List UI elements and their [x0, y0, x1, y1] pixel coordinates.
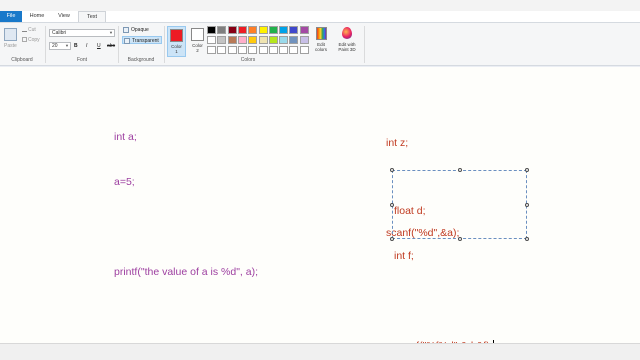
textbox-code-block: float d; int f; scanf("%f%d",&d,&f); [394, 174, 494, 360]
palette-swatch[interactable] [217, 36, 227, 44]
transparent-icon [124, 38, 130, 44]
palette-swatch[interactable] [268, 26, 278, 34]
colors-group-label: Colors [240, 57, 256, 63]
color1-swatch [170, 29, 183, 42]
font-size-value: 20 [52, 43, 58, 49]
palette-swatch[interactable] [207, 36, 216, 44]
chevron-down-icon: ▼ [109, 30, 113, 35]
palette-swatch[interactable] [237, 26, 247, 34]
palette-swatch[interactable] [289, 26, 299, 34]
palette-swatch[interactable] [227, 46, 237, 54]
divider [45, 26, 46, 63]
transparent-option[interactable]: Transparent [122, 36, 162, 44]
palette-swatch[interactable] [299, 36, 309, 44]
underline-button[interactable]: U [97, 43, 101, 49]
edit-colors-label: Edit colors [314, 42, 327, 52]
palette-swatch[interactable] [207, 26, 216, 34]
palette-swatch[interactable] [207, 46, 216, 54]
paint3d-icon [342, 27, 352, 39]
resize-handle[interactable] [525, 237, 529, 241]
opaque-icon [123, 27, 129, 33]
palette-swatch[interactable] [279, 36, 289, 44]
font-size-select[interactable]: 20 ▼ [49, 42, 71, 50]
code-line: float d; [394, 205, 426, 217]
color2-swatch [191, 28, 204, 41]
resize-handle[interactable] [525, 203, 529, 207]
font-family-select[interactable]: Calibri ▼ [49, 29, 115, 37]
bold-button[interactable]: B [74, 43, 78, 49]
code-line: a=5; [114, 176, 135, 188]
paste-icon[interactable] [4, 28, 17, 41]
copy-button[interactable]: Copy [22, 37, 40, 43]
clipboard-group-label: Clipboard [11, 57, 33, 63]
resize-handle[interactable] [458, 168, 462, 172]
edit-with-paint3d-button[interactable]: Edit with Paint 3D [333, 26, 361, 52]
font-family-value: Calibri [52, 30, 67, 36]
edit-colors-button[interactable]: Edit colors [312, 26, 330, 52]
copy-label: Copy [28, 37, 40, 43]
cut-label: Cut [28, 27, 36, 33]
palette-swatch[interactable] [268, 36, 278, 44]
tab-home[interactable]: Home [24, 11, 50, 22]
cut-button[interactable]: Cut [22, 27, 36, 33]
ribbon-tab-strip: File Home View Text [0, 11, 640, 23]
divider [164, 26, 165, 63]
resize-handle[interactable] [525, 168, 529, 172]
strikethrough-button[interactable]: abc [107, 43, 115, 49]
code-line: int z; [386, 137, 409, 149]
opaque-label: Opaque [131, 27, 149, 33]
text-ribbon: Paste Cut Copy Clipboard Calibri ▼ 20 ▼ … [0, 22, 640, 66]
tab-file[interactable]: File [0, 11, 22, 22]
palette-swatch[interactable] [299, 26, 309, 34]
rainbow-icon [315, 27, 327, 40]
palette-swatch[interactable] [248, 46, 258, 54]
paste-button[interactable]: Paste [4, 43, 17, 49]
palette-swatch[interactable] [258, 46, 268, 54]
status-bar [0, 343, 640, 360]
palette-swatch[interactable] [289, 36, 299, 44]
palette-swatch[interactable] [279, 46, 289, 54]
drawing-canvas[interactable] [0, 67, 640, 343]
palette-swatch[interactable] [289, 46, 299, 54]
code-line: printf("the value of a is %d", a); [114, 266, 259, 278]
palette-swatch[interactable] [279, 26, 289, 34]
paint3d-label: Edit with Paint 3D [338, 42, 356, 52]
palette-swatch[interactable] [227, 36, 237, 44]
tab-view[interactable]: View [52, 11, 76, 22]
transparent-label: Transparent [132, 38, 159, 44]
palette-swatch[interactable] [258, 26, 268, 34]
copy-icon [22, 37, 27, 42]
background-group-label: Background [127, 57, 155, 63]
palette-swatch[interactable] [217, 26, 227, 34]
color1-number: 1 [175, 49, 178, 54]
scissors-icon [22, 27, 27, 32]
palette-swatch[interactable] [248, 36, 258, 44]
palette-swatch[interactable] [258, 36, 268, 44]
code-line: int a; [114, 131, 137, 143]
chevron-down-icon: ▼ [65, 43, 69, 48]
palette-swatch[interactable] [237, 36, 247, 44]
palette-swatch[interactable] [268, 46, 278, 54]
palette-swatch[interactable] [237, 46, 247, 54]
color1-button[interactable]: Color 1 [167, 26, 186, 57]
divider [364, 26, 365, 63]
palette-swatch[interactable] [227, 26, 237, 34]
divider [118, 26, 119, 63]
italic-button[interactable]: I [86, 43, 87, 49]
font-group-label: Font [76, 57, 87, 63]
color2-button[interactable]: Color 2 [188, 26, 207, 57]
code-line: int f; [394, 250, 414, 262]
palette-swatch[interactable] [217, 46, 227, 54]
palette-swatch[interactable] [248, 26, 258, 34]
palette-swatch[interactable] [299, 46, 309, 54]
left-code-block: int a; a=5; printf("the value of a is %d… [114, 100, 258, 295]
resize-handle[interactable] [390, 168, 394, 172]
opaque-option[interactable]: Opaque [122, 26, 162, 34]
color2-number: 2 [196, 48, 199, 53]
